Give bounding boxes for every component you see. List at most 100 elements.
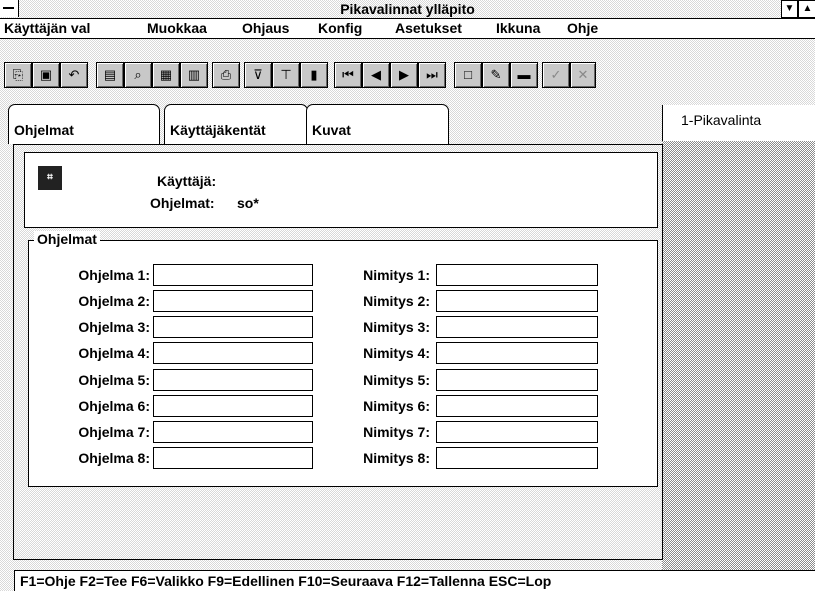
menu-asetukset[interactable]: Asetukset [395,20,462,36]
header-box [24,152,658,228]
edit-record-icon: ✎ [490,67,502,82]
name-field[interactable] [436,421,598,443]
name-label: Nimitys 7: [363,424,430,440]
menu-ikkuna[interactable]: Ikkuna [496,20,540,36]
copy-icon: ⎘ [12,67,24,82]
print-icon: ⎙ [220,67,232,82]
menu-ohjaus[interactable]: Ohjaus [242,20,289,36]
menu-bar: Käyttäjän val Muokkaa Ohjaus Konfig Aset… [0,19,815,39]
name-field[interactable] [436,369,598,391]
name-label: Nimitys 3: [363,319,430,335]
table-icon: ▥ [187,67,201,82]
program-label: Ohjelma 3: [78,319,150,335]
accept-icon: ✓ [550,67,562,82]
cancel-button[interactable]: ✕ [570,62,596,88]
program-label: Ohjelma 2: [78,293,150,309]
name-field[interactable] [436,342,598,364]
search-icon: ⌕ [134,67,142,82]
program-icon: ⌗ [38,166,62,190]
program-field[interactable] [153,290,313,312]
maximize-button[interactable]: ▲ [798,0,815,18]
tab-1-pikavalinta[interactable]: 1-Pikavalinta [662,105,815,141]
program-field[interactable] [153,395,313,417]
triangle-up-icon: ▲ [802,3,813,14]
triangle-down-icon: ▼ [784,3,795,14]
filter-button[interactable]: ⊽ [244,62,272,88]
new-record-icon: □ [464,67,472,82]
window-title: Pikavalinnat ylläpito [340,1,475,17]
user-label: Käyttäjä: [157,173,217,189]
program-field[interactable] [153,316,313,338]
search-button[interactable]: ⌕ [124,62,152,88]
group-title: Ohjelmat [34,231,100,247]
menu-kayttajan-val[interactable]: Käyttäjän val [4,20,90,36]
name-label: Nimitys 4: [363,345,430,361]
name-label: Nimitys 6: [363,398,430,414]
status-bar: F1=Ohje F2=Tee F6=Valikko F9=Edellinen F… [14,570,815,591]
table-button[interactable]: ▥ [180,62,208,88]
edit-record-button[interactable]: ✎ [482,62,510,88]
name-label: Nimitys 8: [363,450,430,466]
chart-button[interactable]: ▮ [300,62,328,88]
name-label: Nimitys 1: [363,267,430,283]
programs-value: so* [237,195,259,211]
toolbar: ⎘ ▣ ↶ ▤ ⌕ ▦ ▥ ⎙ ⊽ ⊤ ▮ ⏮ ◀ ▶ ⏭ □ ✎ ▬ ✓ ✕ [0,62,815,88]
sort-button[interactable]: ⊤ [272,62,300,88]
next-record-icon: ▶ [399,67,409,82]
minimize-button[interactable]: ▼ [781,0,798,18]
name-field[interactable] [436,447,598,469]
sort-icon: ⊤ [280,67,292,82]
undo-icon: ↶ [68,67,80,82]
first-record-icon: ⏮ [342,67,354,82]
side-pane [662,141,815,570]
function-keys-hint: F1=Ohje F2=Tee F6=Valikko F9=Edellinen F… [20,573,552,589]
grid-button[interactable]: ▦ [152,62,180,88]
program-field[interactable] [153,447,313,469]
menu-konfig[interactable]: Konfig [318,20,362,36]
name-field[interactable] [436,395,598,417]
accept-button[interactable]: ✓ [542,62,570,88]
tab-kayttajakentat[interactable]: Käyttäjäkentät [164,104,308,144]
program-field[interactable] [153,369,313,391]
program-label: Ohjelma 1: [78,267,150,283]
print-button[interactable]: ⎙ [212,62,240,88]
delete-record-icon: ▬ [517,67,531,82]
previous-record-icon: ◀ [371,67,381,82]
program-field[interactable] [153,421,313,443]
program-label: Ohjelma 8: [78,450,150,466]
title-bar: Pikavalinnat ylläpito ▼ ▲ [0,0,815,19]
undo-button[interactable]: ↶ [60,62,88,88]
new-record-button[interactable]: □ [454,62,482,88]
menu-ohje[interactable]: Ohje [567,20,598,36]
name-label: Nimitys 5: [363,372,430,388]
program-label: Ohjelma 7: [78,424,150,440]
program-label: Ohjelma 6: [78,398,150,414]
chart-icon: ▮ [310,67,318,82]
cancel-icon: ✕ [577,67,589,82]
programs-label: Ohjelmat: [150,195,215,211]
program-label: Ohjelma 4: [78,345,150,361]
previous-record-button[interactable]: ◀ [362,62,390,88]
page-button[interactable]: ▤ [96,62,124,88]
name-field[interactable] [436,264,598,286]
program-field[interactable] [153,342,313,364]
paste-icon: ▣ [39,67,53,82]
tab-bar: Ohjelmat Käyttäjäkentät Kuvat [8,104,660,146]
last-record-button[interactable]: ⏭ [418,62,446,88]
tab-kuvat[interactable]: Kuvat [306,104,449,144]
last-record-icon: ⏭ [426,67,438,82]
name-field[interactable] [436,316,598,338]
paste-button[interactable]: ▣ [32,62,60,88]
name-field[interactable] [436,290,598,312]
menu-muokkaa[interactable]: Muokkaa [147,20,207,36]
next-record-button[interactable]: ▶ [390,62,418,88]
tab-ohjelmat[interactable]: Ohjelmat [8,104,160,144]
program-field[interactable] [153,264,313,286]
name-label: Nimitys 2: [363,293,430,309]
copy-button[interactable]: ⎘ [4,62,32,88]
program-label: Ohjelma 5: [78,372,150,388]
delete-record-button[interactable]: ▬ [510,62,538,88]
first-record-button[interactable]: ⏮ [334,62,362,88]
filter-icon: ⊽ [253,67,263,82]
page-icon: ▤ [103,67,117,82]
